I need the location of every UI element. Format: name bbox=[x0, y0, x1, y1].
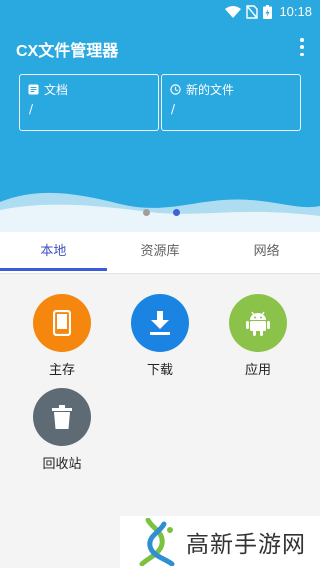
tab-local[interactable]: 本地 bbox=[0, 232, 107, 273]
storage-item-download[interactable]: 下载 bbox=[120, 294, 200, 378]
card-path: / bbox=[171, 102, 176, 116]
storage-item-main[interactable]: 主存 bbox=[22, 294, 102, 378]
storage-icon-circle bbox=[33, 388, 91, 446]
app-title: CX文件管理器 bbox=[16, 43, 119, 60]
more-options-icon[interactable] bbox=[296, 38, 308, 56]
storage-item-recycle-bin[interactable]: 回收站 bbox=[22, 388, 102, 472]
storage-item-label: 回收站 bbox=[42, 457, 82, 472]
trash-icon bbox=[52, 405, 72, 429]
card-new-files[interactable]: 新的文件 / bbox=[161, 74, 301, 131]
card-documents[interactable]: 文档 / bbox=[19, 74, 159, 131]
battery-charging-icon bbox=[263, 4, 273, 19]
wifi-icon bbox=[225, 5, 242, 18]
card-title: 文档 bbox=[44, 83, 69, 97]
document-icon bbox=[28, 84, 39, 95]
download-icon bbox=[150, 311, 170, 335]
storage-item-label: 下载 bbox=[146, 363, 173, 378]
tab-network[interactable]: 网络 bbox=[213, 232, 320, 273]
android-icon bbox=[246, 311, 270, 336]
phone-icon bbox=[53, 310, 71, 336]
status-bar: 10:18 bbox=[0, 0, 320, 24]
storage-icon-circle bbox=[229, 294, 287, 352]
storage-icon-circle bbox=[131, 294, 189, 352]
page-dot[interactable] bbox=[143, 209, 150, 216]
watermark-text: 高新手游网 bbox=[186, 532, 306, 558]
clock-icon bbox=[170, 84, 181, 95]
storage-icon-circle bbox=[33, 294, 91, 352]
page-dot-active[interactable] bbox=[173, 209, 180, 216]
storage-item-apps[interactable]: 应用 bbox=[218, 294, 298, 378]
storage-item-label: 主存 bbox=[48, 363, 75, 378]
status-time: 10:18 bbox=[279, 4, 312, 19]
watermark: 高新手游网 bbox=[120, 516, 320, 568]
storage-item-label: 应用 bbox=[244, 363, 271, 378]
wave-decoration bbox=[0, 192, 320, 232]
watermark-logo-icon bbox=[139, 518, 175, 566]
tab-indicator bbox=[0, 268, 107, 271]
tab-library[interactable]: 资源库 bbox=[107, 232, 214, 273]
no-sim-icon bbox=[246, 4, 259, 19]
card-path: / bbox=[29, 102, 34, 116]
page-indicator bbox=[143, 209, 180, 216]
card-title: 新的文件 bbox=[186, 83, 235, 97]
